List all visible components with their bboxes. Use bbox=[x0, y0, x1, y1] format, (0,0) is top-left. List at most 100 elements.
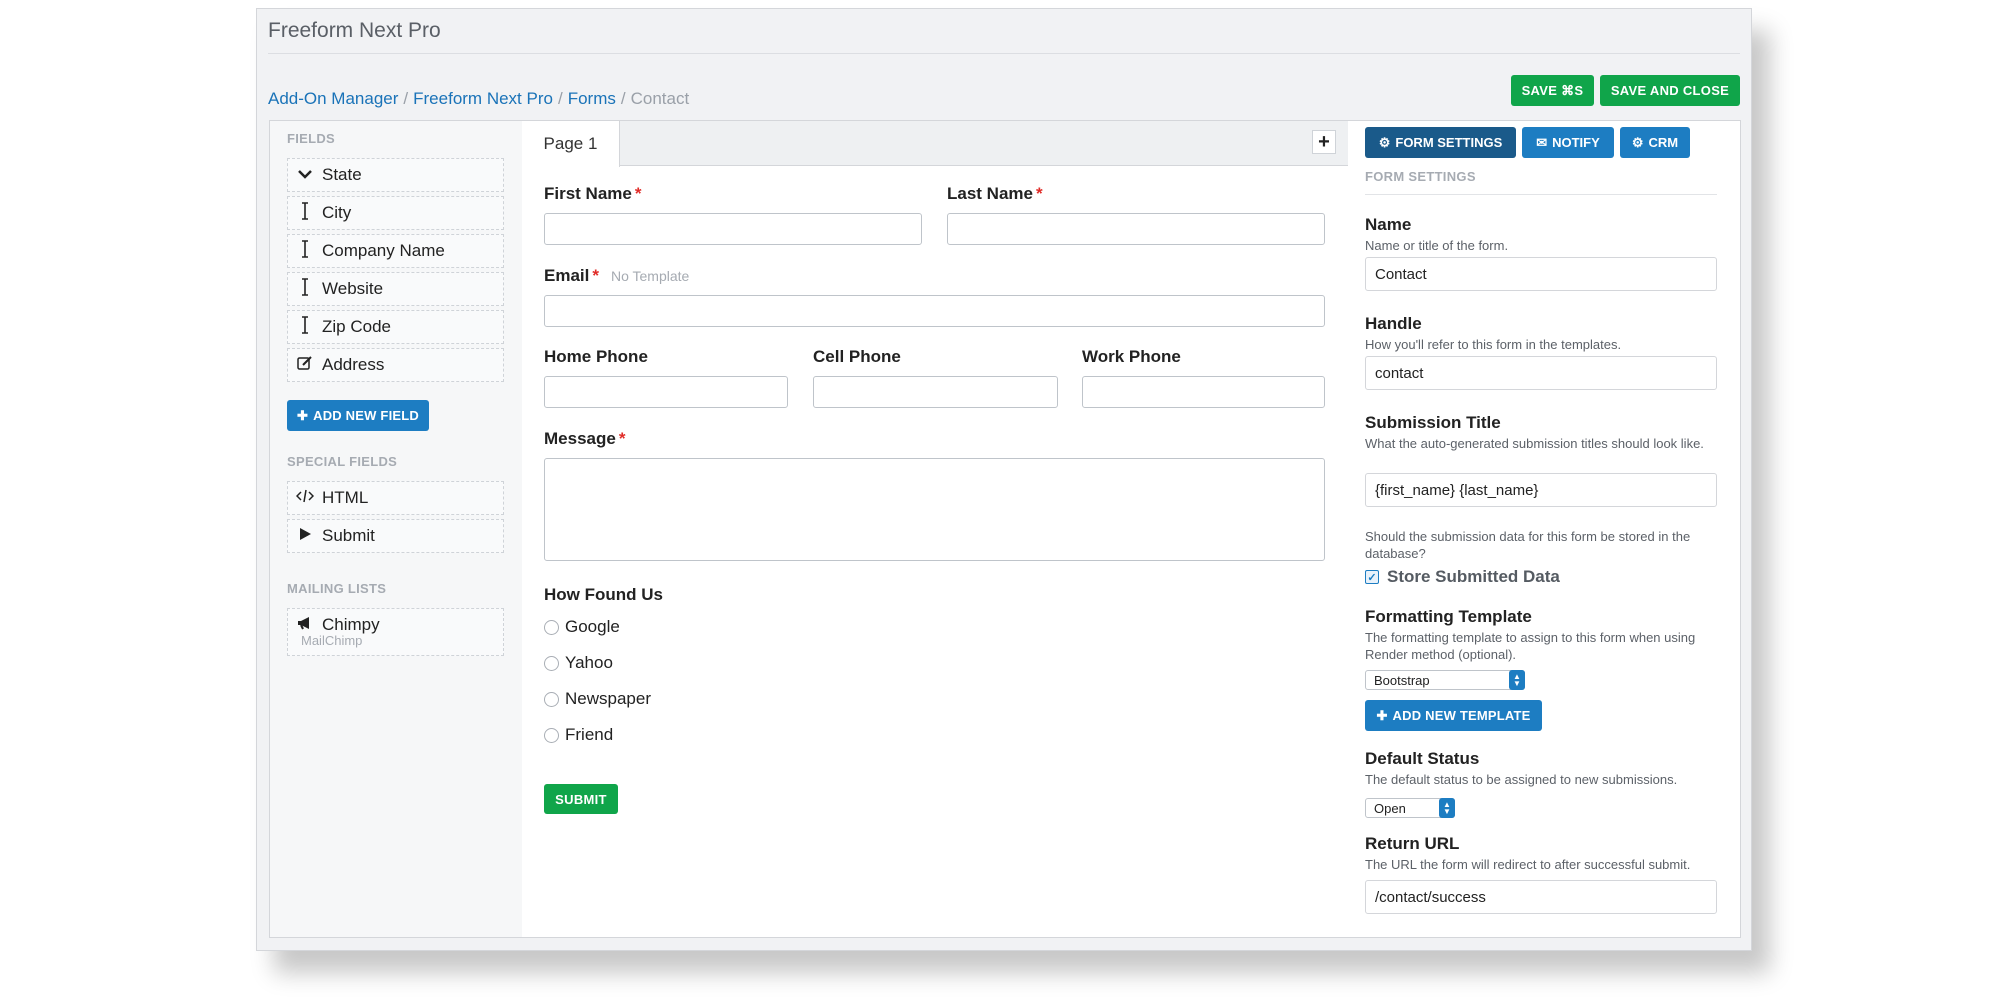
radio-option-yahoo[interactable]: Yahoo bbox=[544, 653, 613, 673]
fields-sidebar: FIELDS State City Company Name Website Z… bbox=[270, 121, 522, 937]
text-cursor-icon bbox=[288, 315, 322, 339]
radio-option-newspaper[interactable]: Newspaper bbox=[544, 689, 651, 709]
radio-button[interactable] bbox=[544, 727, 559, 743]
default-status-label: Default Status bbox=[1365, 749, 1480, 768]
gear-icon: ⚙ bbox=[1378, 134, 1391, 150]
radio-button[interactable] bbox=[544, 619, 559, 635]
return-url-label: Return URL bbox=[1365, 834, 1460, 853]
form-name-input[interactable]: Contact bbox=[1365, 257, 1717, 291]
tab-page-1[interactable]: Page 1 bbox=[522, 121, 620, 167]
cell-phone-input[interactable] bbox=[813, 376, 1058, 408]
first-name-label: First Name * bbox=[544, 184, 642, 203]
breadcrumb-addon-manager[interactable]: Add-On Manager bbox=[268, 89, 398, 108]
tab-notify[interactable]: ✉ NOTIFY bbox=[1522, 127, 1614, 158]
add-new-template-button[interactable]: ✚ ADD NEW TEMPLATE bbox=[1365, 700, 1542, 731]
home-phone-label: Home Phone bbox=[544, 347, 648, 366]
submission-title-description: What the auto-generated submission title… bbox=[1365, 436, 1704, 451]
plus-icon: ✚ bbox=[297, 407, 309, 423]
name-description: Name or title of the form. bbox=[1365, 238, 1509, 253]
work-phone-input[interactable] bbox=[1082, 376, 1325, 408]
field-label: Submit bbox=[322, 526, 375, 545]
envelope-icon: ✉ bbox=[1536, 134, 1548, 150]
code-icon bbox=[288, 489, 322, 508]
tab-crm[interactable]: ⚙ CRM bbox=[1620, 127, 1690, 158]
breadcrumb-forms[interactable]: Forms bbox=[568, 89, 616, 108]
mailing-label: Chimpy bbox=[322, 615, 380, 634]
cell-phone-label: Cell Phone bbox=[813, 347, 901, 366]
email-input[interactable] bbox=[544, 295, 1325, 327]
radio-button[interactable] bbox=[544, 655, 559, 671]
settings-panel: ⚙ FORM SETTINGS ✉ NOTIFY ⚙ CRM FORM SETTING… bbox=[1348, 121, 1740, 937]
radio-button[interactable] bbox=[544, 691, 559, 707]
chevron-down-icon bbox=[288, 166, 322, 184]
return-url-description: The URL the form will redirect to after … bbox=[1365, 857, 1691, 872]
field-item-address[interactable]: Address bbox=[287, 348, 504, 382]
submission-title-label: Submission Title bbox=[1365, 413, 1501, 432]
edit-icon bbox=[288, 355, 322, 376]
store-data-description: Should the submission data for this form… bbox=[1365, 529, 1691, 561]
breadcrumb: Add-On Manager / Freeform Next Pro / Forms / C… bbox=[268, 89, 690, 108]
settings-section-title: FORM SETTINGS bbox=[1365, 169, 1476, 184]
field-item-city[interactable]: City bbox=[287, 196, 504, 230]
formatting-template-description: The formatting template to assign to thi… bbox=[1365, 630, 1696, 662]
app-window: Freeform Next Pro Add-On Manager / Freefor… bbox=[256, 8, 1752, 951]
field-item-html[interactable]: HTML bbox=[287, 481, 504, 515]
checkbox-checked-icon[interactable]: ✓ bbox=[1365, 570, 1379, 584]
field-item-state[interactable]: State bbox=[287, 158, 504, 192]
select-arrows-icon: ▲ ▼ bbox=[1439, 798, 1455, 818]
formatting-template-label: Formatting Template bbox=[1365, 607, 1532, 626]
field-item-submit[interactable]: Submit bbox=[287, 519, 504, 553]
mailing-lists-title: MAILING LISTS bbox=[287, 581, 387, 596]
text-cursor-icon bbox=[288, 239, 322, 263]
breadcrumb-freeform[interactable]: Freeform Next Pro bbox=[413, 89, 553, 108]
message-textarea[interactable] bbox=[544, 458, 1325, 561]
divider bbox=[268, 53, 1740, 54]
return-url-input[interactable]: /contact/success bbox=[1365, 880, 1717, 914]
select-arrows-icon: ▲ ▼ bbox=[1509, 670, 1525, 690]
field-label: Address bbox=[322, 355, 385, 374]
page-tabbar: Page 1 + bbox=[522, 121, 1348, 167]
field-item-company-name[interactable]: Company Name bbox=[287, 234, 504, 268]
builder-panel: FIELDS State City Company Name Website Z… bbox=[269, 120, 1741, 938]
mailing-provider: MailChimp bbox=[301, 633, 363, 648]
tab-form-settings[interactable]: ⚙ FORM SETTINGS bbox=[1365, 127, 1516, 158]
home-phone-input[interactable] bbox=[544, 376, 788, 408]
last-name-label: Last Name * bbox=[947, 184, 1043, 203]
default-status-description: The default status to be assigned to new… bbox=[1365, 772, 1678, 787]
store-data-checkbox-row[interactable]: ✓ Store Submitted Data bbox=[1365, 567, 1560, 587]
form-canvas: First Name * Last Name * Email * No Template… bbox=[522, 167, 1348, 937]
submission-title-input[interactable]: {first_name} {last_name} bbox=[1365, 473, 1717, 507]
how-found-us-label: How Found Us bbox=[544, 585, 663, 604]
field-item-website[interactable]: Website bbox=[287, 272, 504, 306]
default-status-select[interactable]: Open ▲ ▼ bbox=[1365, 798, 1455, 818]
add-page-button[interactable]: + bbox=[1312, 130, 1336, 154]
text-cursor-icon bbox=[288, 277, 322, 301]
formatting-template-select[interactable]: Bootstrap ▲ ▼ bbox=[1365, 670, 1525, 690]
special-fields-title: SPECIAL FIELDS bbox=[287, 454, 398, 469]
breadcrumb-current: Contact bbox=[630, 89, 690, 108]
add-new-field-button[interactable]: ✚ ADD NEW FIELD bbox=[287, 400, 429, 431]
work-phone-label: Work Phone bbox=[1082, 347, 1181, 366]
form-submit-button[interactable]: SUBMIT bbox=[544, 784, 618, 814]
app-title: Freeform Next Pro bbox=[268, 19, 441, 42]
field-label: State bbox=[322, 165, 362, 184]
first-name-input[interactable] bbox=[544, 213, 922, 245]
email-label: Email * No Template bbox=[544, 266, 690, 285]
mailing-item-chimpy[interactable]: Chimpy MailChimp bbox=[287, 608, 504, 656]
play-icon bbox=[288, 527, 322, 546]
megaphone-icon bbox=[288, 616, 322, 635]
form-handle-input[interactable]: contact bbox=[1365, 356, 1717, 390]
save-button[interactable]: SAVE ⌘S bbox=[1511, 75, 1594, 106]
divider bbox=[1365, 194, 1717, 195]
radio-option-friend[interactable]: Friend bbox=[544, 725, 613, 745]
field-label: Zip Code bbox=[322, 317, 391, 336]
field-item-zip-code[interactable]: Zip Code bbox=[287, 310, 504, 344]
last-name-input[interactable] bbox=[947, 213, 1325, 245]
handle-label: Handle bbox=[1365, 314, 1422, 333]
save-and-close-button[interactable]: SAVE AND CLOSE bbox=[1600, 75, 1740, 106]
field-label: City bbox=[322, 203, 352, 222]
radio-option-google[interactable]: Google bbox=[544, 617, 620, 637]
field-label: HTML bbox=[322, 488, 369, 507]
gear-icon: ⚙ bbox=[1631, 134, 1644, 150]
plus-icon: ✚ bbox=[1376, 707, 1388, 723]
